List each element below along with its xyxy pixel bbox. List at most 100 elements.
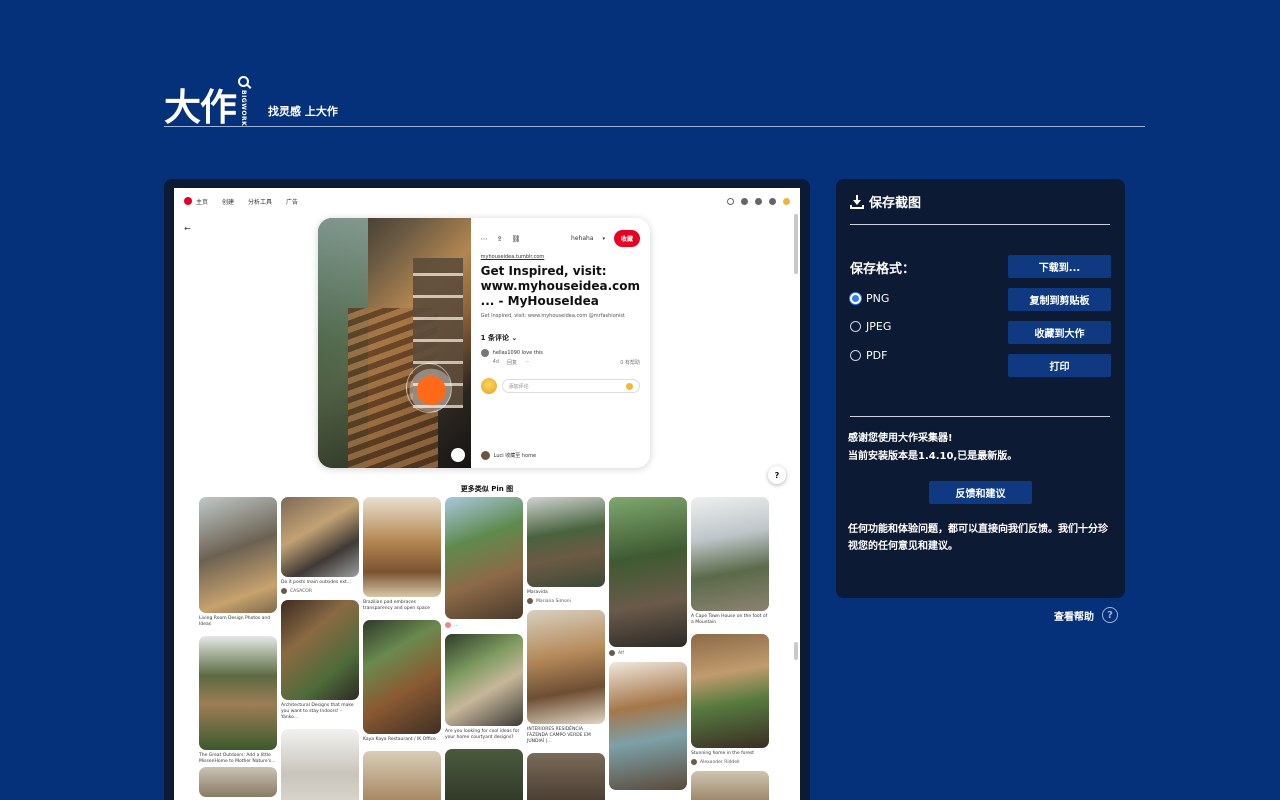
logo-text: 大作 [164,86,237,130]
panel-title: 保存截图 [850,192,921,211]
pin-tile [363,751,441,800]
logo: 大作 BIGWORK [164,76,249,128]
more-pins-heading: 更多类似 Pin 图 [460,485,514,493]
radio-icon[interactable] [850,321,861,332]
save-panel: 保存截图 保存格式： PNG JPEG PDF 下载到... 复制到剪贴板 收藏… [836,179,1125,598]
more-icon: ⋯ [480,234,488,243]
emoji-icon [626,382,633,390]
avatar [281,588,287,594]
radio-selected-icon[interactable] [850,293,861,304]
feedback-text: 任何功能和体验问题，都可以直接向我们反馈。我们十分珍视您的任何意见和建议。 [848,524,1108,552]
pin-card: ⋯ ⇪ ⛓ hehaha ▾ 收藏 myhouseidea.tumblr.com… [318,218,650,468]
pin-owner: Luci 收藏至 home [480,451,536,460]
pin-caption: Brazilian pad embraces transparency and … [363,600,430,611]
pin-caption: INTERIORES RESIDÊNCIA FAZENDA CAMPO VERD… [527,727,591,744]
format-radio-png[interactable]: PNG [850,292,889,305]
avatar [783,197,790,205]
avatar [480,451,490,460]
nav-item: 广告 [286,198,299,206]
format-radio-jpeg[interactable]: JPEG [850,320,891,333]
divider [850,416,1110,417]
pin-caption: A Cape Town House on the foot of a Mount… [691,614,768,625]
pin-source-link: myhouseidea.tumblr.com [480,254,545,260]
screenshot-preview: 主页 创建 分析工具 广告 ← ⋯ ⇪ ⛓ hehaha ▾ 收藏 myhous… [164,179,810,800]
format-label: 保存格式： [850,262,916,277]
help-icon: ? [768,466,786,484]
download-button[interactable]: 下载到... [1008,255,1111,278]
pin-tile [281,600,359,700]
pin-caption: Are you looking for cool ideas for your … [445,729,520,740]
nav-item: 分析工具 [248,198,273,206]
avatar [480,349,489,357]
search-icon [727,197,734,205]
pin-caption: Do it posts main outsides ext... [281,580,352,585]
pin-description: Get Inspired, visit: www.myhouseidea.com… [480,313,625,319]
logo-vertical-text: BIGWORK [240,90,247,127]
comments-heading: 1 条评论 ⌄ [480,334,518,342]
pin-tile [527,610,605,724]
divider [850,224,1110,225]
pin-caption: Stunning home in the forest [691,751,755,756]
slogan: 找灵感 上大作 [268,105,338,118]
scrollbar [794,642,798,660]
copy-clipboard-button[interactable]: 复制到剪贴板 [1008,288,1111,311]
pin-tile [445,634,523,726]
pinterest-logo-icon [184,197,192,205]
pin-tile [609,662,687,790]
more-icon: ⋯ [525,359,531,365]
pin-tile [199,636,277,750]
pin-tile [281,729,359,800]
avatar [480,378,497,394]
nav-item: 创建 [222,198,235,206]
pin-tile [363,497,441,597]
pinterest-topbar: 主页 创建 分析工具 广告 [174,188,800,214]
pin-caption: Living Room Design Photos and Ideas [199,616,271,627]
share-icon: ⇪ [496,234,503,243]
help-icon[interactable]: ? [1102,607,1118,623]
pin-caption: The Great Outdoors: Add a little MissenH… [199,753,276,764]
pin-caption: Maravida [527,590,548,595]
pin-title: Get Inspired, visit: www.myhouseidea.com… [480,264,641,308]
format-radio-pdf[interactable]: PDF [850,349,887,362]
pin-tile [691,771,769,800]
comment: hellas1090 love this [480,349,640,357]
help-link[interactable]: 查看帮助 ? [1054,607,1118,623]
message-icon [755,197,762,205]
pin-save-button: 收藏 [613,230,640,247]
nav-item: 主页 [196,198,209,206]
pin-tile [445,749,523,800]
pin-tile [691,497,769,611]
download-icon [850,194,864,209]
back-arrow-icon: ← [184,224,191,233]
extension-icon [769,197,776,205]
pin-tile [445,497,523,619]
link-icon: ⛓ [511,234,521,243]
pin-tile [527,497,605,587]
version-info: 感谢您使用大作采集器! 当前安装版本是1.4.10,已是最新版。 [848,433,1018,462]
print-button[interactable]: 打印 [1008,354,1111,377]
search-icon [238,76,249,87]
add-comment-input: 添加评论 [501,379,640,393]
pin-tile [281,497,359,577]
pin-image [318,218,471,468]
radio-icon[interactable] [850,350,861,361]
notification-icon [741,197,748,205]
avatar [527,598,533,604]
pin-tile [199,767,277,797]
pin-details: ⋯ ⇪ ⛓ hehaha ▾ 收藏 myhouseidea.tumblr.com… [471,218,650,468]
pin-tile [527,753,605,800]
heart-icon [450,448,465,462]
avatar [609,650,615,656]
pin-caption: Architectural Designs that make you want… [281,703,354,720]
pin-tile [199,497,277,613]
scrollbar [794,214,798,274]
chevron-down-icon: ⌄ [511,334,518,342]
feedback-button[interactable]: 反馈和建议 [929,481,1032,504]
board-select: hehaha [571,235,594,242]
avatar [691,759,697,765]
pin-tile [363,620,441,734]
pin-caption: Kaya Kaya Restaurant / IK Office [363,737,436,742]
chevron-down-icon: ▾ [602,235,605,242]
pin-tile [609,497,687,647]
collect-button[interactable]: 收藏到大作 [1008,321,1111,344]
